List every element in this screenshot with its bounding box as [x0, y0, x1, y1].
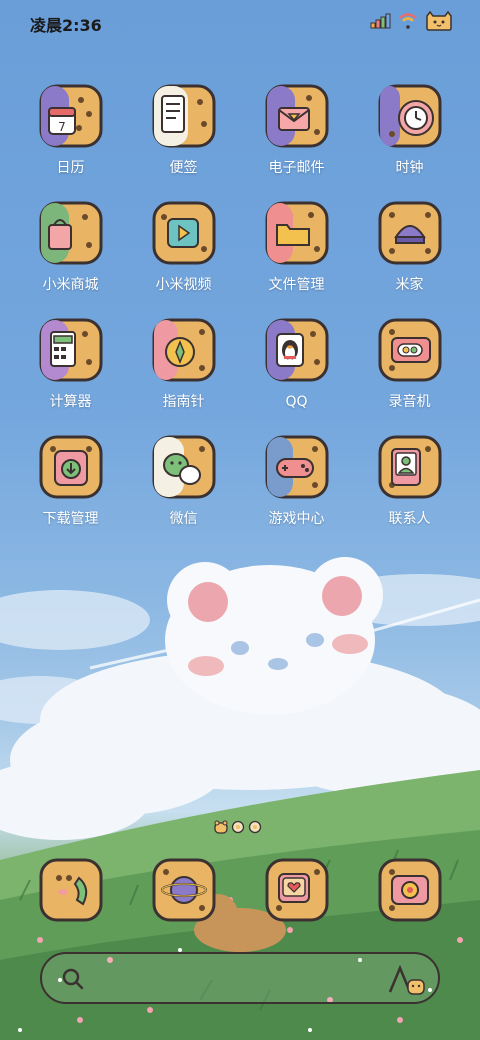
calendar-day: 7: [58, 120, 66, 134]
penguin-icon: [265, 318, 329, 382]
app-recorder[interactable]: 录音机: [353, 318, 466, 412]
app-label: 小米商城: [42, 277, 99, 293]
app-file-manager[interactable]: 文件管理: [240, 201, 353, 295]
dock-app-phone[interactable]: [14, 858, 127, 922]
app-label: 时钟: [395, 160, 424, 176]
app-label: 电子邮件: [268, 160, 325, 176]
dock-app-browser[interactable]: [127, 858, 240, 922]
app-calendar[interactable]: 7 日历: [14, 84, 127, 178]
app-label: 小米视频: [155, 277, 212, 293]
download-icon: [39, 435, 103, 499]
gamepad-icon: [265, 435, 329, 499]
status-bar: 凌晨2:36: [0, 0, 480, 44]
status-icons: [370, 10, 454, 32]
page-dot-flower-icon: [231, 820, 245, 834]
voice-assistant-icon[interactable]: [386, 962, 426, 998]
app-contacts[interactable]: 联系人: [353, 435, 466, 529]
app-email[interactable]: 电子邮件: [240, 84, 353, 178]
app-qq[interactable]: QQ: [240, 318, 353, 412]
dock-app-messages[interactable]: [240, 858, 353, 922]
app-label: 日历: [56, 160, 85, 176]
app-wechat[interactable]: 微信: [127, 435, 240, 529]
compass-icon: [152, 318, 216, 382]
page-dot-bear-icon: [214, 820, 228, 834]
app-label: 联系人: [388, 511, 431, 527]
status-time: 凌晨2:36: [30, 16, 102, 35]
app-label: 微信: [169, 511, 198, 527]
clock-icon: [378, 84, 442, 148]
app-label: 计算器: [49, 394, 92, 410]
app-label: 游戏中心: [268, 511, 325, 527]
app-label: 便签: [169, 160, 198, 176]
page-dot-flower-icon: [248, 820, 262, 834]
app-mi-store[interactable]: 小米商城: [14, 201, 127, 295]
signal-icon: [370, 13, 391, 29]
app-label: 录音机: [388, 394, 431, 410]
video-play-icon: [152, 201, 216, 265]
app-grid: 7 日历 便签 电子邮件 时钟 小米商城 小米视频 文件管理 米家 计算器 指南…: [0, 84, 480, 529]
app-label: 米家: [395, 277, 424, 293]
app-label: 下载管理: [42, 511, 99, 527]
shopping-bag-icon: [39, 201, 103, 265]
folder-icon: [265, 201, 329, 265]
phone-icon: [39, 858, 103, 922]
page-indicator[interactable]: [214, 820, 262, 834]
search-icon: [62, 968, 84, 990]
chat-bubbles-icon: [152, 435, 216, 499]
app-label: QQ: [285, 394, 308, 410]
message-heart-icon: [265, 858, 329, 922]
app-label: 文件管理: [268, 277, 325, 293]
wifi-icon: [399, 13, 417, 29]
recorder-icon: [378, 318, 442, 382]
smart-home-icon: [378, 201, 442, 265]
battery-icon: [426, 11, 452, 31]
app-download-manager[interactable]: 下载管理: [14, 435, 127, 529]
email-icon: [265, 84, 329, 148]
search-bar[interactable]: [40, 952, 440, 1004]
dock-app-camera[interactable]: [353, 858, 466, 922]
app-game-center[interactable]: 游戏中心: [240, 435, 353, 529]
app-mi-home[interactable]: 米家: [353, 201, 466, 295]
planet-browser-icon: [152, 858, 216, 922]
flower-camera-icon: [378, 858, 442, 922]
app-label: 指南针: [162, 394, 205, 410]
app-compass[interactable]: 指南针: [127, 318, 240, 412]
app-mi-video[interactable]: 小米视频: [127, 201, 240, 295]
app-clock[interactable]: 时钟: [353, 84, 466, 178]
notes-icon: [152, 84, 216, 148]
app-notes[interactable]: 便签: [127, 84, 240, 178]
app-calculator[interactable]: 计算器: [14, 318, 127, 412]
contact-icon: [378, 435, 442, 499]
calendar-icon: 7: [39, 84, 103, 148]
dock: [0, 858, 480, 922]
calculator-icon: [39, 318, 103, 382]
